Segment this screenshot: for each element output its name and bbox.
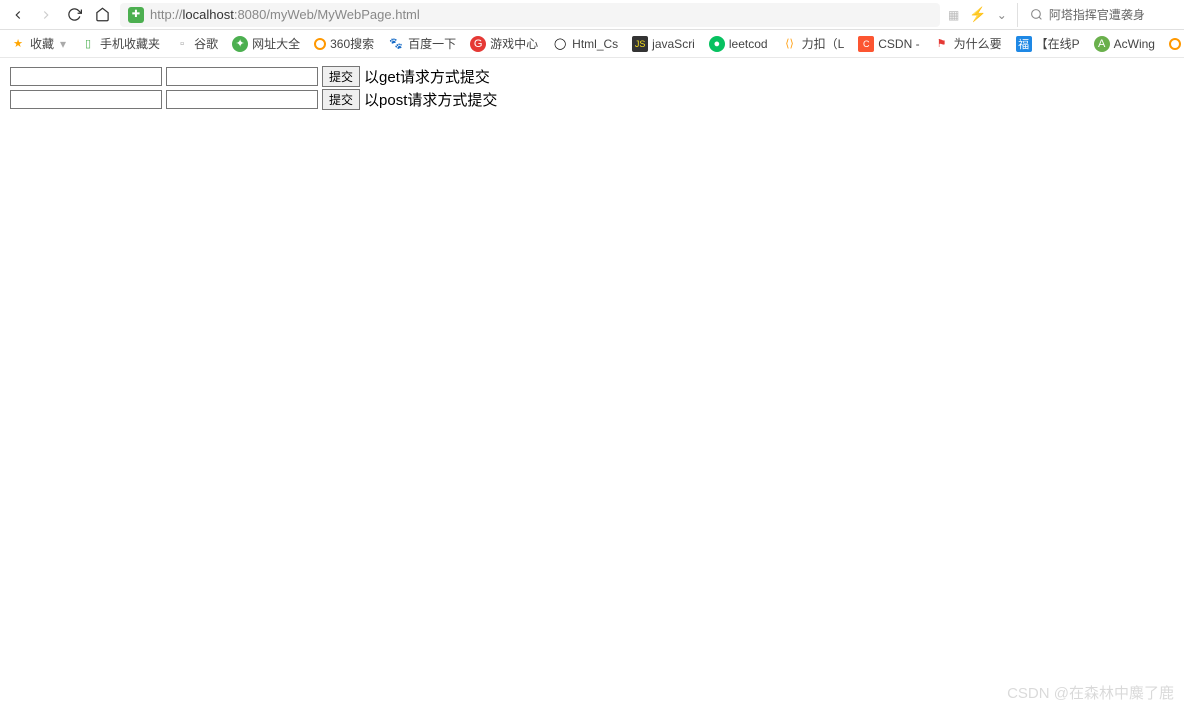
reload-button[interactable] (64, 5, 84, 25)
watermark: CSDN @在森林中麋了鹿 (1007, 682, 1174, 703)
bookmark-urls[interactable]: ✦网址大全 (232, 35, 300, 52)
page-icon: ▫ (174, 36, 190, 52)
bookmark-leetcode1[interactable]: ●leetcod (709, 36, 768, 52)
get-input-1[interactable] (10, 67, 162, 86)
paw-icon: 🐾 (388, 36, 404, 52)
qr-icon[interactable]: ▦ (948, 8, 959, 22)
home-button[interactable] (92, 5, 112, 25)
bookmark-why[interactable]: ⚑为什么要 (934, 35, 1002, 52)
toolbar-right: ▦ ⚡ ⌄ 阿塔指挥官遭袭身 (948, 3, 1145, 27)
bookmark-games[interactable]: G游戏中心 (470, 35, 538, 52)
get-submit-button[interactable]: 提交 (322, 66, 360, 87)
post-submit-button[interactable]: 提交 (322, 89, 360, 110)
github-icon: ◯ (552, 36, 568, 52)
get-input-2[interactable] (166, 67, 318, 86)
back-button[interactable] (8, 5, 28, 25)
browser-toolbar: ✚ http://localhost:8080/myWeb/MyWebPage.… (0, 0, 1184, 30)
bookmark-360search[interactable]: 360搜索 (314, 35, 374, 52)
url-text: http://localhost:8080/myWeb/MyWebPage.ht… (150, 7, 420, 22)
phone-icon: ▯ (80, 36, 96, 52)
post-input-1[interactable] (10, 90, 162, 109)
bookmarks-bar: ★收藏▾ ▯手机收藏夹 ▫谷歌 ✦网址大全 360搜索 🐾百度一下 G游戏中心 … (0, 30, 1184, 58)
browser-search[interactable]: 阿塔指挥官遭袭身 (1017, 3, 1145, 27)
circle-icon (1169, 38, 1181, 50)
globe-icon: ✦ (232, 36, 248, 52)
get-description: 以get请求方式提交 (364, 66, 490, 87)
flag-icon: ⚑ (934, 36, 950, 52)
chat-icon: ● (709, 36, 725, 52)
circle-icon (314, 38, 326, 50)
js-icon: JS (632, 36, 648, 52)
search-placeholder: 阿塔指挥官遭袭身 (1049, 6, 1145, 23)
csdn-icon: C (858, 36, 874, 52)
bookmark-baidu[interactable]: 🐾百度一下 (388, 35, 456, 52)
star-icon: ★ (10, 36, 26, 52)
lightning-icon[interactable]: ⚡ (969, 6, 986, 23)
bookmark-leetcode2[interactable]: ⟨⟩力扣（L (782, 35, 845, 52)
leetcode-icon: ⟨⟩ (782, 36, 798, 52)
bookmark-acwing[interactable]: AAcWing (1094, 36, 1155, 52)
acwing-icon: A (1094, 36, 1110, 52)
post-input-2[interactable] (166, 90, 318, 109)
bookmark-shortest[interactable]: 求最短路 (1169, 35, 1184, 52)
chevron-down-icon[interactable]: ⌄ (997, 8, 1007, 22)
get-form-row: 提交 以get请求方式提交 (10, 66, 1174, 87)
bookmark-javascript[interactable]: JSjavaScri (632, 36, 695, 52)
address-bar[interactable]: ✚ http://localhost:8080/myWeb/MyWebPage.… (120, 3, 940, 27)
box-icon: 福 (1016, 36, 1032, 52)
page-content: 提交 以get请求方式提交 提交 以post请求方式提交 (0, 58, 1184, 120)
search-icon (1030, 8, 1043, 21)
bookmark-mobile[interactable]: ▯手机收藏夹 (80, 35, 160, 52)
bookmark-csdn[interactable]: CCSDN - (858, 36, 919, 52)
post-description: 以post请求方式提交 (364, 89, 497, 110)
post-form-row: 提交 以post请求方式提交 (10, 89, 1174, 110)
bookmark-favorites[interactable]: ★收藏▾ (10, 35, 66, 52)
forward-button[interactable] (36, 5, 56, 25)
game-icon: G (470, 36, 486, 52)
bookmark-html[interactable]: ◯Html_Cs (552, 36, 618, 52)
bookmark-online[interactable]: 福【在线P (1016, 35, 1080, 52)
shield-icon: ✚ (128, 7, 144, 23)
bookmark-google[interactable]: ▫谷歌 (174, 35, 218, 52)
